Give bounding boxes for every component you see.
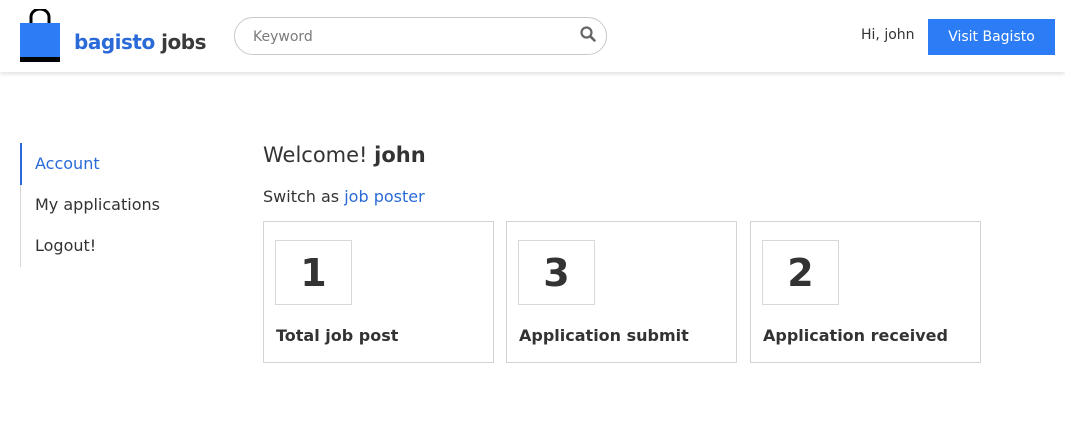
stat-label: Total job post: [276, 326, 399, 345]
sidebar-item-account[interactable]: Account: [35, 154, 100, 173]
welcome-user-name: john: [374, 143, 426, 167]
user-greeting: Hi, john: [861, 27, 915, 43]
sidebar-item-logout[interactable]: Logout!: [35, 236, 96, 255]
welcome-heading: Welcome! john: [263, 143, 426, 167]
search-input[interactable]: [253, 26, 573, 48]
stat-value: 1: [275, 240, 352, 305]
job-poster-link[interactable]: job poster: [344, 187, 424, 206]
stat-card-total-job-post: 1 Total job post: [263, 221, 494, 363]
sidebar-active-indicator: [20, 143, 22, 185]
sidebar-nav: Account My applications Logout!: [20, 143, 220, 267]
sidebar-item-my-applications[interactable]: My applications: [35, 195, 160, 214]
switch-prefix: Switch as: [263, 187, 340, 206]
logo-brand: bagisto: [74, 30, 155, 54]
visit-bagisto-button[interactable]: Visit Bagisto: [928, 19, 1055, 55]
logo[interactable]: bagisto jobs: [20, 7, 220, 63]
stat-card-application-submit: 3 Application submit: [506, 221, 737, 363]
stat-card-application-received: 2 Application received: [750, 221, 981, 363]
logo-product: jobs: [161, 30, 206, 54]
logo-text: bagisto jobs: [74, 30, 206, 54]
search-icon[interactable]: [579, 25, 597, 43]
stat-value: 3: [518, 240, 595, 305]
stat-value: 2: [762, 240, 839, 305]
search-box: [234, 17, 607, 55]
stat-label: Application received: [763, 326, 948, 345]
stat-label: Application submit: [519, 326, 689, 345]
welcome-prefix: Welcome!: [263, 143, 368, 167]
shopping-bag-icon: [20, 7, 60, 63]
top-header: bagisto jobs Hi, john Visit Bagisto: [0, 0, 1065, 72]
switch-role-line: Switch as job poster: [263, 187, 425, 206]
